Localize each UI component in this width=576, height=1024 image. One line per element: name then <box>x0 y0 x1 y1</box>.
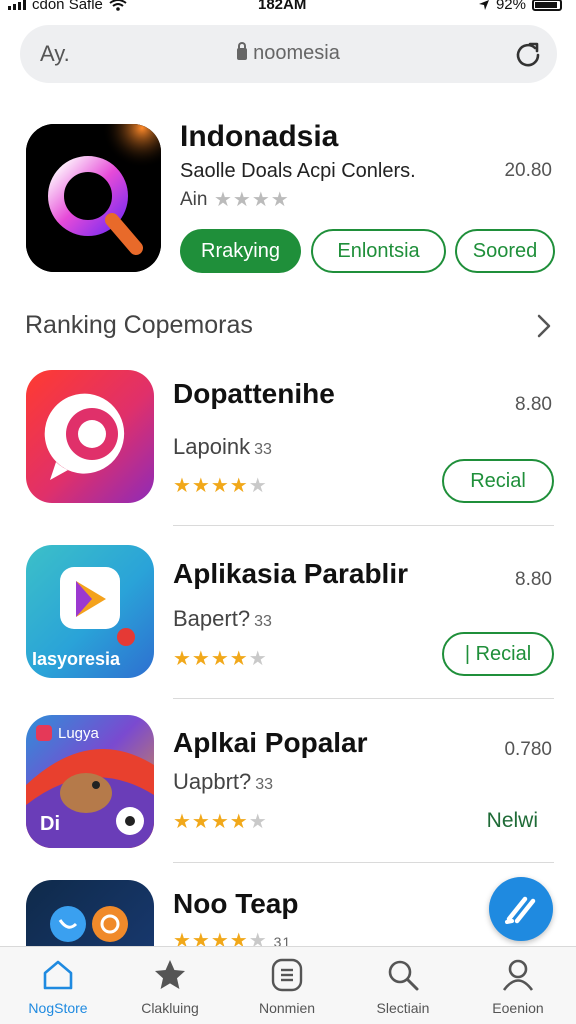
app-subtitle-text: Uapbrt? <box>173 769 252 794</box>
status-right: 92% <box>478 0 562 13</box>
tab-categories[interactable]: Nonmien <box>229 947 345 1024</box>
chevron-right-icon[interactable] <box>534 312 554 340</box>
app-name[interactable]: Noo Teap <box>173 888 298 920</box>
app-action-button[interactable]: Recial <box>442 459 554 503</box>
tab-ranking[interactable]: Clakluing <box>112 947 228 1024</box>
app-subtitle: Lapoink 33 <box>173 434 272 460</box>
app-icon-label-top: Lugya <box>58 725 99 742</box>
app-icon[interactable]: Lugya Di <box>26 715 154 848</box>
featured-app-icon[interactable] <box>26 124 161 272</box>
stars-empty: ★ <box>248 648 268 670</box>
tab-label: Nonmien <box>258 1000 316 1016</box>
tab-search[interactable]: Slectiain <box>345 947 461 1024</box>
location-icon <box>478 0 489 10</box>
pencil-icon <box>505 896 536 924</box>
row-divider <box>173 525 554 526</box>
app-rating: ★★★★★ <box>173 646 268 671</box>
star-icon <box>155 960 185 989</box>
section-title[interactable]: Ranking Copemoras <box>25 311 253 340</box>
app-icon[interactable] <box>26 880 154 946</box>
app-count: 31 <box>273 934 292 946</box>
row-divider <box>173 698 554 699</box>
tab-label: Clakluing <box>141 1000 199 1016</box>
address-text: noomesia <box>253 42 340 64</box>
app-rating: ★★★★★ <box>173 473 268 498</box>
status-bar: cdon Safle 182AM 92% <box>0 0 576 16</box>
stars-empty: ★ <box>248 930 268 946</box>
featured-app-title[interactable]: Indonadsia <box>180 120 338 154</box>
signal-icon <box>8 0 26 10</box>
featured-primary-button[interactable]: Rrakying <box>180 229 301 273</box>
app-name[interactable]: Dopattenihe <box>173 378 335 410</box>
chat-logo-icon <box>50 906 128 942</box>
app-name[interactable]: Aplikasia Parablir <box>173 558 408 590</box>
tab-label: NogStore <box>28 1000 88 1016</box>
app-rating: ★★★★★ 31 <box>173 928 291 946</box>
stars-filled: ★★★★ <box>173 811 249 833</box>
wifi-icon <box>109 0 127 11</box>
app-icon[interactable]: Iasyoresia <box>26 545 154 678</box>
app-rating: ★★★★★ <box>173 809 268 834</box>
list-item[interactable]: Iasyoresia Aplikasia Parablir 8.80 Baper… <box>0 535 576 705</box>
featured-rating-label: Ain <box>180 189 208 210</box>
app-subtitle-text: Lapoink <box>173 434 251 459</box>
app-icon-label: Iasyoresia <box>32 649 121 669</box>
row-divider <box>173 862 554 863</box>
address-bar[interactable]: Ay. noomesia <box>20 25 557 83</box>
compose-button[interactable] <box>489 877 553 941</box>
magnifier-logo-icon <box>26 124 161 272</box>
featured-app-subtitle: Saolle Doals Acpi Conlers. <box>180 160 416 182</box>
tab-label: Eoenion <box>492 1000 544 1016</box>
app-action-link[interactable]: Nelwi <box>487 809 538 833</box>
list-item[interactable]: Dopattenihe 8.80 Lapoink 33 ★★★★★ Recial <box>0 360 576 530</box>
tab-store[interactable]: NogStore <box>0 947 116 1024</box>
app-subtitle: Uapbrt? 33 <box>173 769 273 795</box>
featured-app-size: 20.80 <box>504 160 552 181</box>
app-subtitle: Bapert? 33 <box>173 606 272 632</box>
stars-filled: ★★★★ <box>173 475 249 497</box>
app-count: 33 <box>255 776 274 793</box>
app-size: 8.80 <box>515 569 552 590</box>
search-icon <box>388 960 419 991</box>
battery-percent: 92% <box>495 0 526 13</box>
list-icon <box>271 958 303 992</box>
featured-rating-stars: ★★★★ <box>214 189 290 211</box>
app-count: 33 <box>254 441 272 458</box>
address-text-wrap: noomesia <box>20 42 557 65</box>
stars-empty: ★ <box>248 811 268 833</box>
app-size: 8.80 <box>515 394 552 415</box>
app-size: 0.780 <box>504 739 552 760</box>
battery-icon <box>532 0 562 11</box>
tab-label: Slectiain <box>376 1000 430 1016</box>
featured-secondary-button[interactable]: Enlontsia <box>311 229 446 273</box>
app-subtitle-text: Bapert? <box>173 606 251 631</box>
person-icon <box>502 959 534 991</box>
camera-logo-icon <box>44 393 125 480</box>
home-icon <box>43 960 73 990</box>
stars-filled: ★★★★ <box>173 648 249 670</box>
reload-icon[interactable] <box>513 39 543 69</box>
app-icon-label-bottom: Di <box>40 813 60 835</box>
app-count: 33 <box>254 613 272 630</box>
app-action-button[interactable]: | Recial <box>442 632 554 676</box>
carrier-label: cdon Safle <box>32 0 103 13</box>
featured-tertiary-button[interactable]: Soored <box>455 229 555 273</box>
stars-empty: ★ <box>248 475 268 497</box>
tab-account[interactable]: Eoenion <box>460 947 576 1024</box>
app-name[interactable]: Aplkai Popalar <box>173 727 368 759</box>
app-icon[interactable] <box>26 370 154 503</box>
list-item[interactable]: Lugya Di Aplkai Popalar 0.780 Uapbrt? 33 … <box>0 705 576 875</box>
stars-filled: ★★★★ <box>173 930 249 946</box>
lock-icon <box>237 42 248 60</box>
status-left: cdon Safle <box>8 0 127 13</box>
status-time: 182AM <box>258 0 307 13</box>
tab-bar: NogStore Clakluing Nonmien Slectiain Eoe… <box>0 946 576 1024</box>
